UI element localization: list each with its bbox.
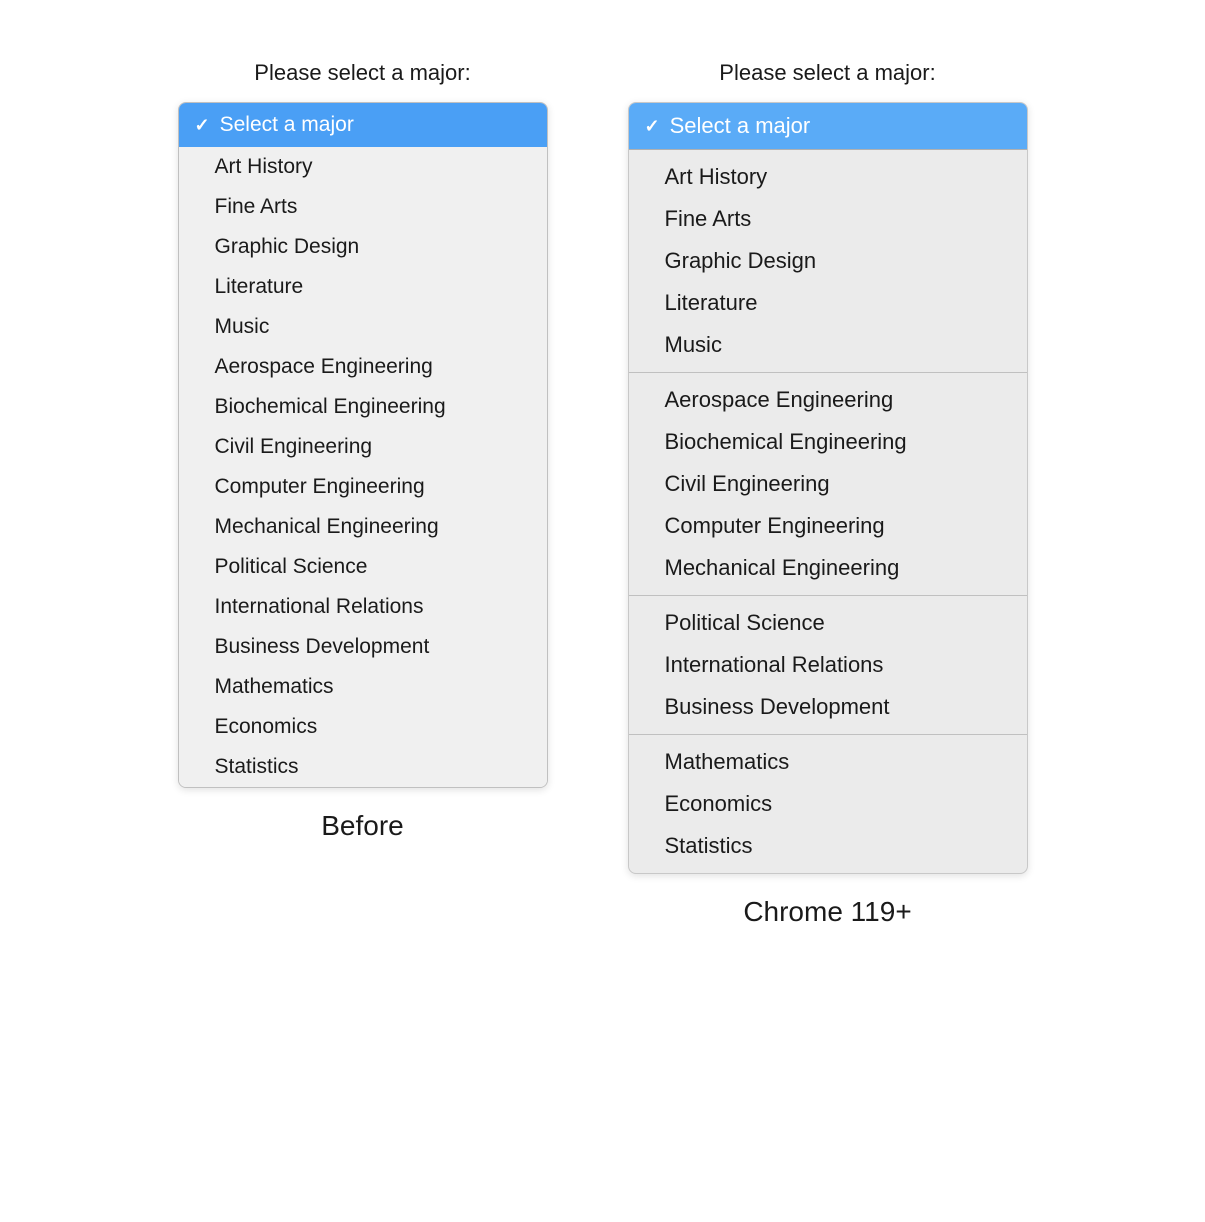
after-column: Please select a major: ✓ Select a major … bbox=[628, 60, 1028, 928]
list-item[interactable]: Fine Arts bbox=[179, 187, 547, 227]
list-item[interactable]: Biochemical Engineering bbox=[179, 387, 547, 427]
list-item[interactable]: Computer Engineering bbox=[179, 467, 547, 507]
before-selected-option[interactable]: ✓ Select a major bbox=[179, 103, 547, 147]
list-item[interactable]: International Relations bbox=[179, 587, 547, 627]
list-item[interactable]: Biochemical Engineering bbox=[629, 421, 1027, 463]
list-item[interactable]: Business Development bbox=[629, 686, 1027, 728]
list-item[interactable]: Civil Engineering bbox=[179, 427, 547, 467]
before-selected-text: Select a major bbox=[220, 113, 354, 137]
before-column: Please select a major: ✓ Select a major … bbox=[178, 60, 548, 842]
option-group-engineering: Aerospace EngineeringBiochemical Enginee… bbox=[629, 372, 1027, 595]
list-item[interactable]: Mechanical Engineering bbox=[629, 547, 1027, 589]
list-item[interactable]: Civil Engineering bbox=[629, 463, 1027, 505]
after-label: Chrome 119+ bbox=[743, 896, 911, 928]
list-item[interactable]: Fine Arts bbox=[629, 198, 1027, 240]
list-item[interactable]: Literature bbox=[179, 267, 547, 307]
list-item[interactable]: Computer Engineering bbox=[629, 505, 1027, 547]
list-item[interactable]: Mechanical Engineering bbox=[179, 507, 547, 547]
list-item[interactable]: International Relations bbox=[629, 644, 1027, 686]
before-label: Before bbox=[321, 810, 404, 842]
list-item[interactable]: Art History bbox=[629, 156, 1027, 198]
option-group-arts: Art HistoryFine ArtsGraphic DesignLitera… bbox=[629, 150, 1027, 372]
list-item[interactable]: Mathematics bbox=[179, 667, 547, 707]
before-options-list: Art HistoryFine ArtsGraphic DesignLitera… bbox=[179, 147, 547, 787]
list-item[interactable]: Graphic Design bbox=[629, 240, 1027, 282]
after-selected-option[interactable]: ✓ Select a major bbox=[629, 103, 1027, 150]
list-item[interactable]: Art History bbox=[179, 147, 547, 187]
after-checkmark-icon: ✓ bbox=[645, 116, 660, 137]
after-select-label: Please select a major: bbox=[719, 60, 935, 86]
after-groups-container: Art HistoryFine ArtsGraphic DesignLitera… bbox=[629, 150, 1027, 873]
option-group-social-sciences: Political ScienceInternational Relations… bbox=[629, 595, 1027, 734]
list-item[interactable]: Political Science bbox=[179, 547, 547, 587]
list-item[interactable]: Literature bbox=[629, 282, 1027, 324]
checkmark-icon: ✓ bbox=[195, 115, 210, 136]
list-item[interactable]: Aerospace Engineering bbox=[629, 379, 1027, 421]
list-item[interactable]: Music bbox=[629, 324, 1027, 366]
list-item[interactable]: Economics bbox=[629, 783, 1027, 825]
list-item[interactable]: Graphic Design bbox=[179, 227, 547, 267]
list-item[interactable]: Mathematics bbox=[629, 741, 1027, 783]
after-dropdown[interactable]: ✓ Select a major Art HistoryFine ArtsGra… bbox=[628, 102, 1028, 874]
before-dropdown[interactable]: ✓ Select a major Art HistoryFine ArtsGra… bbox=[178, 102, 548, 788]
list-item[interactable]: Political Science bbox=[629, 602, 1027, 644]
list-item[interactable]: Music bbox=[179, 307, 547, 347]
option-group-stem: MathematicsEconomicsStatistics bbox=[629, 734, 1027, 873]
comparison-container: Please select a major: ✓ Select a major … bbox=[20, 40, 1185, 928]
list-item[interactable]: Statistics bbox=[629, 825, 1027, 867]
list-item[interactable]: Economics bbox=[179, 707, 547, 747]
before-select-label: Please select a major: bbox=[254, 60, 470, 86]
list-item[interactable]: Business Development bbox=[179, 627, 547, 667]
list-item[interactable]: Aerospace Engineering bbox=[179, 347, 547, 387]
after-selected-text: Select a major bbox=[670, 113, 811, 139]
list-item[interactable]: Statistics bbox=[179, 747, 547, 787]
